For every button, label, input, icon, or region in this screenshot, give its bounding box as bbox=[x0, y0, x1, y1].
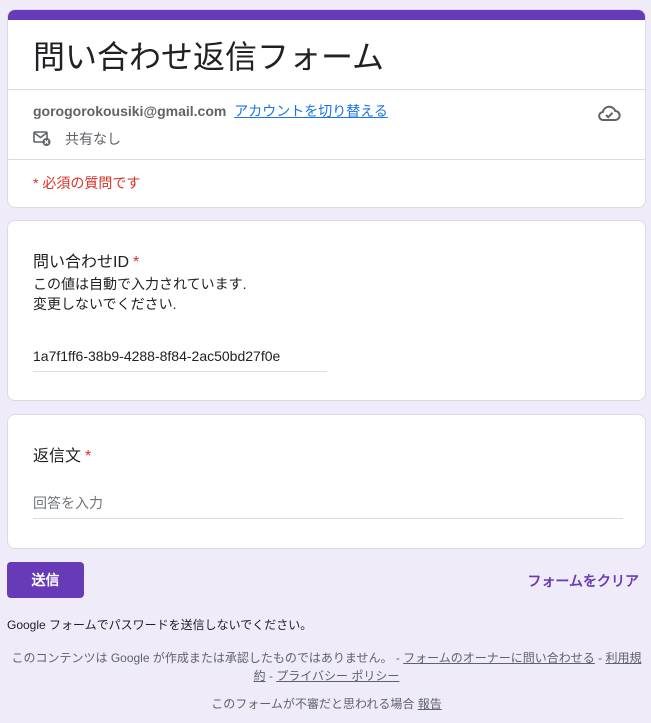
required-note: * 必須の質問です bbox=[33, 175, 141, 191]
required-mark: * bbox=[133, 254, 140, 271]
footer-disclaimer: このコンテンツは Google が作成または承認したものではありません。 - フ… bbox=[7, 649, 646, 685]
question-title: 返信文 * bbox=[33, 442, 91, 466]
required-mark: * bbox=[85, 448, 92, 465]
switch-account-link[interactable]: アカウントを切り替える bbox=[234, 103, 388, 119]
reply-text-input[interactable] bbox=[33, 495, 623, 519]
cloud-saved-icon[interactable] bbox=[597, 102, 621, 124]
header-divider-2 bbox=[8, 159, 645, 160]
accent-bar bbox=[8, 10, 645, 20]
report-link[interactable]: 報告 bbox=[418, 697, 442, 711]
description-line: この値は自動で入力されています. bbox=[33, 276, 247, 292]
report-prefix: このフォームが不審だと思われる場合 bbox=[211, 697, 418, 711]
mail-not-shared-icon bbox=[33, 130, 65, 149]
disclaimer-text: このコンテンツは Google が作成または承認したものではありません。 - bbox=[11, 651, 404, 665]
description-line: 変更しないでください. bbox=[33, 296, 177, 312]
privacy-policy-link[interactable]: プライバシー ポリシー bbox=[276, 669, 399, 683]
report-line: このフォームが不審だと思われる場合 報告 bbox=[7, 695, 646, 712]
share-status: 共有なし bbox=[33, 128, 121, 150]
contact-owner-link[interactable]: フォームのオーナーに問い合わせる bbox=[403, 651, 595, 665]
question-description: この値は自動で入力されています. 変更しないでください. bbox=[33, 274, 246, 314]
question-title-text: 返信文 bbox=[33, 448, 82, 465]
question-card-reply-text: 返信文 * bbox=[7, 414, 646, 549]
account-email: gorogorokousiki@gmail.com bbox=[33, 103, 227, 119]
form-title: 問い合わせ返信フォーム bbox=[33, 38, 385, 76]
form-header-card: 問い合わせ返信フォーム gorogorokousiki@gmail.com アカ… bbox=[7, 9, 646, 208]
header-divider bbox=[8, 89, 645, 90]
clear-form-button[interactable]: フォームをクリア bbox=[527, 571, 639, 591]
inquiry-id-input[interactable] bbox=[33, 348, 327, 372]
question-title-text: 問い合わせID bbox=[33, 254, 130, 271]
footer-separator: - bbox=[594, 651, 606, 665]
password-warning: Google フォームでパスワードを送信しないでください。 bbox=[7, 618, 313, 632]
account-line: gorogorokousiki@gmail.com アカウントを切り替える bbox=[33, 101, 388, 121]
footer-separator: - bbox=[265, 669, 277, 683]
share-status-label: 共有なし bbox=[65, 131, 121, 147]
question-card-inquiry-id: 問い合わせID * この値は自動で入力されています. 変更しないでください. bbox=[7, 220, 646, 401]
submit-button[interactable]: 送信 bbox=[7, 562, 84, 598]
question-title: 問い合わせID * bbox=[33, 248, 139, 272]
